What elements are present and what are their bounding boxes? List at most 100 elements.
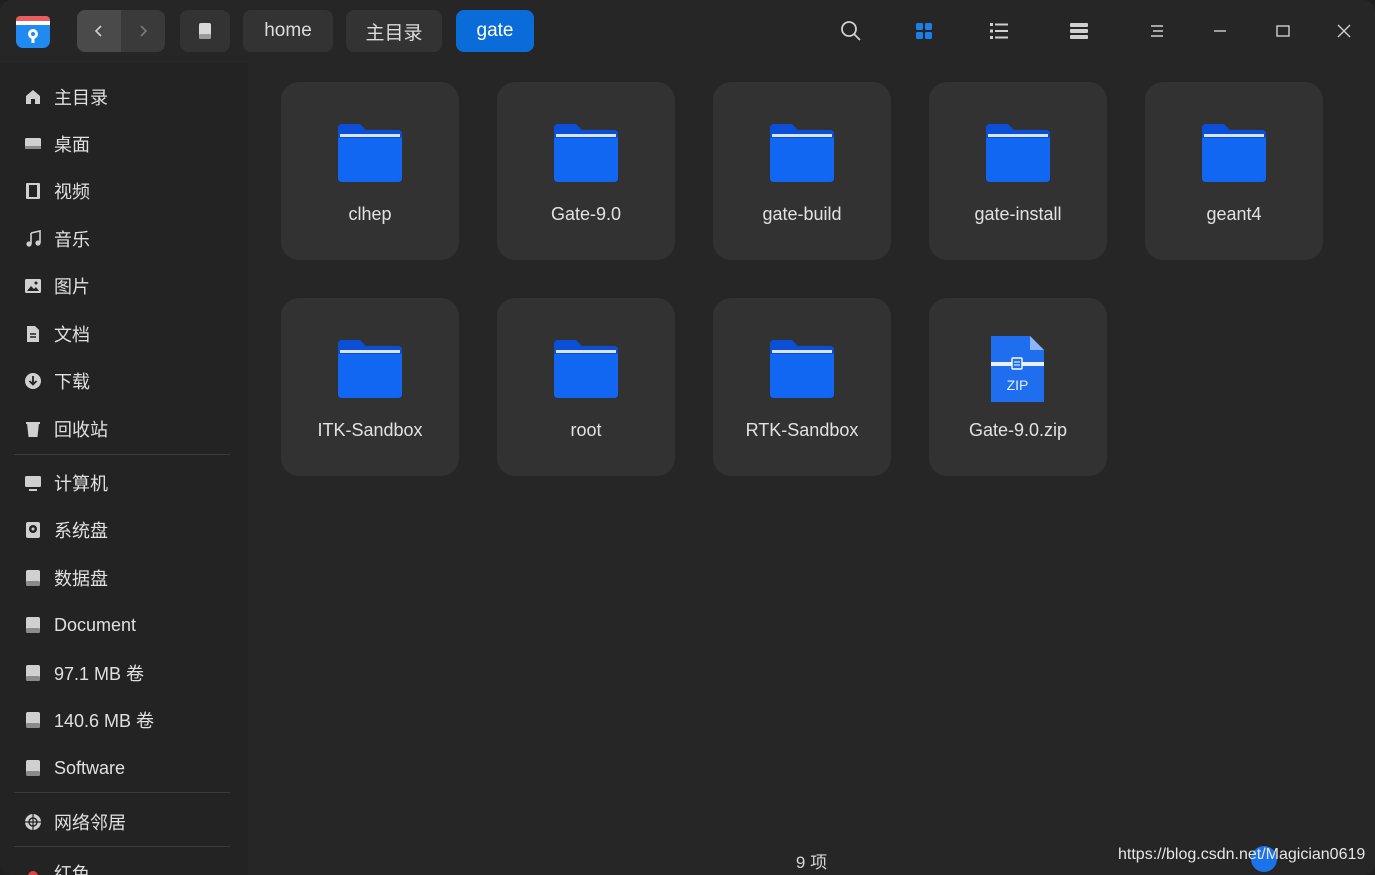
sidebar-item-label: 桌面	[54, 135, 90, 155]
file-manager-app-icon[interactable]	[15, 12, 51, 50]
disk-icon	[24, 569, 42, 587]
file-item[interactable]: clhep	[281, 82, 459, 260]
sidebar: 主目录 桌面 视频 音乐 图片 文档 下载 回收站 计算机 系统盘 数据盘 Do…	[0, 63, 248, 875]
sidebar-item-label: 红色	[54, 864, 90, 875]
sidebar-item-music[interactable]: 音乐	[0, 219, 248, 259]
sidebar-divider	[14, 454, 230, 455]
file-name: clhep	[348, 204, 392, 224]
sidebar-divider	[14, 792, 230, 793]
sidebar-item-desktop[interactable]: 桌面	[0, 124, 248, 164]
search-button[interactable]	[836, 16, 866, 46]
sidebar-item-label: 数据盘	[54, 569, 108, 589]
forward-button[interactable]	[121, 10, 165, 52]
sidebar-item-computer[interactable]: 计算机	[0, 463, 248, 503]
sidebar-item-downloads[interactable]: 下载	[0, 361, 248, 401]
sidebar-item-software[interactable]: Software	[0, 748, 248, 788]
breadcrumb-drive[interactable]	[180, 10, 230, 52]
breadcrumb-main-dir[interactable]: 主目录	[346, 10, 442, 52]
document-icon	[24, 325, 42, 343]
folder-icon	[338, 340, 402, 398]
network-icon	[24, 813, 42, 831]
disk-icon	[24, 759, 42, 777]
breadcrumb-home[interactable]: home	[243, 10, 333, 52]
sidebar-divider	[14, 846, 230, 847]
file-manager-window: home 主目录 gate 主目录 桌面 视频 音乐 图片 文档 下载 回收站 …	[0, 0, 1375, 875]
sidebar-item-label: 计算机	[54, 474, 108, 494]
breadcrumb-gate[interactable]: gate	[456, 10, 534, 52]
icon-view-icon	[916, 23, 932, 39]
list-view-button[interactable]	[984, 16, 1014, 46]
sidebar-item-label: 下载	[54, 372, 90, 392]
file-item[interactable]: ZIP Gate-9.0.zip	[929, 298, 1107, 476]
file-item[interactable]: RTK-Sandbox	[713, 298, 891, 476]
file-item[interactable]: ITK-Sandbox	[281, 298, 459, 476]
sidebar-item-label: 网络邻居	[54, 813, 126, 833]
sidebar-item-home[interactable]: 主目录	[0, 77, 248, 117]
sidebar-item-label: 系统盘	[54, 521, 108, 541]
sidebar-item-video[interactable]: 视频	[0, 171, 248, 211]
file-name: geant4	[1206, 204, 1262, 224]
menu-icon	[1151, 25, 1163, 37]
file-name: Gate-9.0	[550, 204, 622, 224]
sidebar-item-system-disk[interactable]: 系统盘	[0, 510, 248, 550]
disk-icon	[24, 711, 42, 729]
sidebar-item-label: 图片	[54, 277, 90, 297]
file-item[interactable]: gate-install	[929, 82, 1107, 260]
sidebar-item-pictures[interactable]: 图片	[0, 266, 248, 306]
main-menu-button[interactable]	[1142, 16, 1172, 46]
sidebar-item-label: Software	[54, 757, 126, 778]
folder-icon	[554, 340, 618, 398]
file-name: RTK-Sandbox	[745, 420, 859, 440]
file-grid: clhep Gate-9.0 gate-build gate-install g…	[248, 63, 1375, 875]
sidebar-item-label: 主目录	[54, 88, 108, 108]
file-name: gate-build	[762, 204, 842, 224]
computer-icon	[24, 474, 42, 492]
icon-view-button[interactable]	[909, 16, 939, 46]
folder-icon	[770, 340, 834, 398]
file-item[interactable]: Gate-9.0	[497, 82, 675, 260]
chevron-right-icon	[140, 25, 148, 37]
disk-icon	[24, 664, 42, 682]
minimize-icon	[1214, 30, 1226, 32]
download-icon	[24, 372, 42, 390]
folder-icon	[986, 124, 1050, 182]
sidebar-item-trash[interactable]: 回收站	[0, 409, 248, 449]
file-name: ITK-Sandbox	[317, 420, 423, 440]
sidebar-item-label: 140.6 MB 卷	[54, 711, 155, 731]
sidebar-item-label: 97.1 MB 卷	[54, 664, 145, 684]
folder-icon	[770, 124, 834, 182]
sidebar-item-label: Document	[54, 614, 137, 635]
sidebar-item-network[interactable]: 网络邻居	[0, 802, 248, 842]
minimize-button[interactable]	[1205, 16, 1235, 46]
video-icon	[24, 182, 42, 200]
chevron-left-icon	[94, 25, 102, 37]
sidebar-item-data-disk[interactable]: 数据盘	[0, 558, 248, 598]
sidebar-item-document-disk[interactable]: Document	[0, 605, 248, 645]
file-name: root	[570, 420, 602, 440]
system-disk-icon	[24, 521, 42, 539]
sidebar-item-red-tag[interactable]: 红色	[0, 853, 248, 875]
maximize-button[interactable]	[1268, 16, 1298, 46]
red-tag-icon	[24, 864, 42, 875]
back-button[interactable]	[77, 10, 121, 52]
detail-view-button[interactable]	[1064, 16, 1094, 46]
sidebar-item-label: 音乐	[54, 230, 90, 250]
file-item[interactable]: root	[497, 298, 675, 476]
titlebar: home 主目录 gate	[0, 0, 1375, 63]
sidebar-item-label: 视频	[54, 182, 90, 202]
close-button[interactable]	[1329, 16, 1359, 46]
desktop-icon	[24, 135, 42, 153]
drive-icon	[199, 23, 211, 39]
zip-badge: ZIP	[1007, 377, 1029, 393]
file-item[interactable]: gate-build	[713, 82, 891, 260]
folder-icon	[338, 124, 402, 182]
sidebar-item-documents[interactable]: 文档	[0, 314, 248, 354]
sidebar-item-label: 文档	[54, 325, 90, 345]
file-name: Gate-9.0.zip	[968, 420, 1068, 440]
disk-icon	[24, 616, 42, 634]
folder-icon	[554, 124, 618, 182]
file-item[interactable]: geant4	[1145, 82, 1323, 260]
sidebar-item-volume-97mb[interactable]: 97.1 MB 卷	[0, 653, 248, 693]
sidebar-item-volume-140mb[interactable]: 140.6 MB 卷	[0, 700, 248, 740]
sidebar-item-label: 回收站	[54, 420, 108, 440]
